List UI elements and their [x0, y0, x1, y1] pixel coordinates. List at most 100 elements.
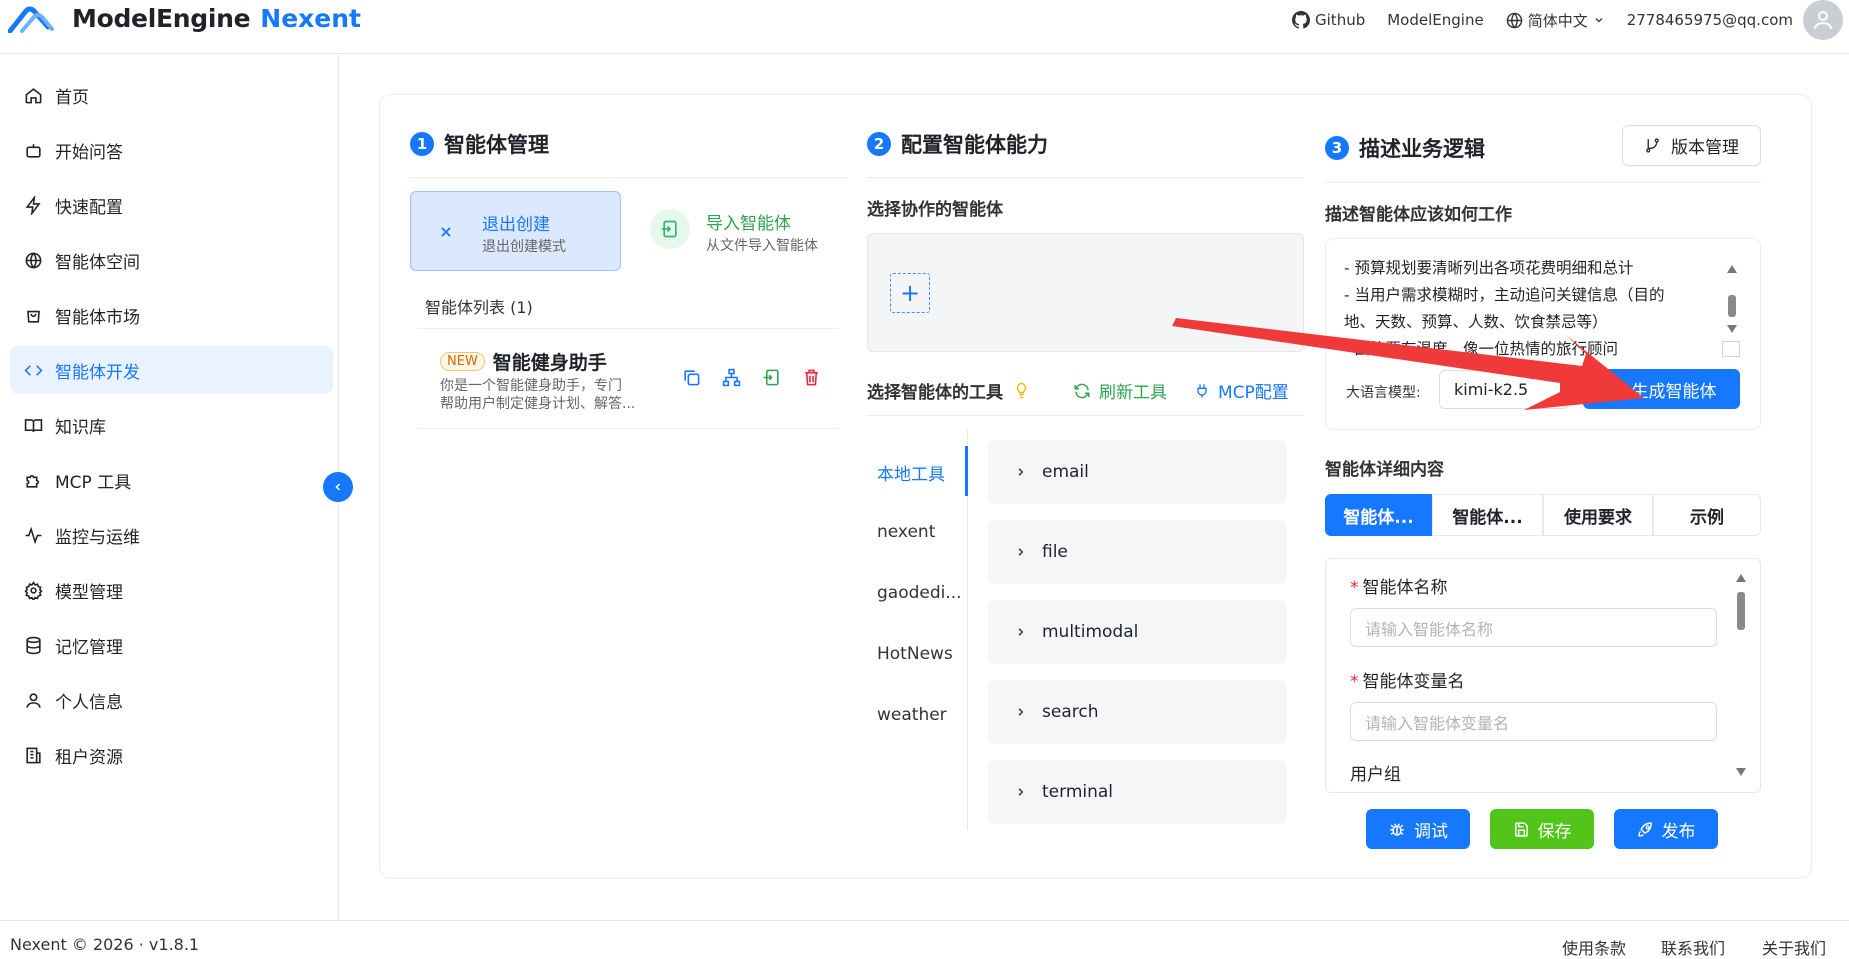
- tab-requirements[interactable]: 使用要求: [1543, 494, 1653, 536]
- scrollbar-thumb[interactable]: [1728, 295, 1736, 317]
- exit-create-button[interactable]: 退出创建 退出创建模式: [410, 191, 621, 271]
- sidebar-item-label: 知识库: [55, 417, 106, 438]
- hierarchy-icon[interactable]: [722, 368, 741, 387]
- tool-group-label: search: [1042, 702, 1099, 722]
- step-number: 2: [867, 132, 891, 156]
- agent-var-label: * 智能体变量名: [1350, 672, 1465, 692]
- avatar[interactable]: [1803, 0, 1843, 40]
- delete-icon[interactable]: [802, 368, 821, 387]
- about-link[interactable]: 关于我们: [1762, 935, 1826, 959]
- sidebar-item-label: 智能体开发: [55, 362, 140, 383]
- scrollbar-thumb[interactable]: [1737, 592, 1745, 630]
- sidebar-item-chat[interactable]: 开始问答: [10, 126, 333, 174]
- sidebar-item-label: 租户资源: [55, 747, 123, 768]
- sidebar-item-label: 首页: [55, 87, 89, 108]
- building-icon: [26, 747, 41, 763]
- copy-icon[interactable]: [682, 368, 701, 387]
- publish-label: 发布: [1661, 821, 1696, 842]
- add-collab-agent-button[interactable]: +: [890, 273, 930, 313]
- github-link[interactable]: Github: [1292, 11, 1365, 29]
- agent-name-input[interactable]: 请输入智能体名称: [1350, 608, 1717, 647]
- brand-logo[interactable]: ModelEngine Nexent: [8, 4, 361, 33]
- language-selector[interactable]: 简体中文: [1506, 10, 1605, 31]
- sidebar-item-quick-config[interactable]: 快速配置: [10, 181, 333, 229]
- import-agent-button[interactable]: 导入智能体 从文件导入智能体: [645, 191, 840, 271]
- user-email-label: 2778465975@qq.com: [1626, 11, 1793, 29]
- sidebar-item-label: 快速配置: [55, 197, 123, 218]
- agent-desc-line: 你是一个智能健身助手，专门: [440, 378, 622, 394]
- tab-agent-role[interactable]: 智能体...: [1432, 494, 1543, 536]
- agent-var-label-text: 智能体变量名: [1362, 672, 1465, 692]
- tool-group-multimodal[interactable]: multimodal: [988, 600, 1287, 664]
- divider: [418, 328, 838, 329]
- sidebar-item-agent-dev[interactable]: 智能体开发: [10, 346, 333, 394]
- prompt-line: 地、天数、预算、人数、饮食禁忌等）: [1344, 313, 1608, 331]
- tool-group-terminal[interactable]: terminal: [988, 760, 1287, 824]
- github-icon: [1292, 11, 1311, 29]
- version-management-button[interactable]: 版本管理: [1622, 125, 1761, 166]
- github-label: Github: [1315, 11, 1366, 29]
- llm-select[interactable]: kimi-k2.5: [1439, 370, 1569, 409]
- save-button[interactable]: 保存: [1490, 809, 1594, 849]
- user-avatar-icon: [1814, 11, 1832, 30]
- collab-agents-area: +: [867, 233, 1304, 352]
- import-icon-wrap: [650, 209, 690, 249]
- contact-link[interactable]: 联系我们: [1661, 935, 1725, 959]
- tool-group-label: email: [1042, 462, 1089, 482]
- status-badge: NEW: [440, 352, 485, 371]
- section2-title: 2 配置智能体能力: [867, 129, 1048, 159]
- agent-list-title: 智能体列表 (1): [425, 298, 533, 317]
- scroll-up-icon[interactable]: [1727, 265, 1737, 273]
- chevron-right-icon: [1018, 628, 1024, 636]
- tab-gaode[interactable]: gaodedi...: [877, 583, 962, 603]
- lightbulb-icon[interactable]: [1013, 381, 1030, 400]
- mcp-config-button[interactable]: MCP配置: [1194, 378, 1289, 403]
- sidebar-collapse-button[interactable]: [323, 472, 353, 502]
- sidebar-item-label: MCP 工具: [55, 472, 132, 493]
- tab-nexent[interactable]: nexent: [877, 522, 935, 542]
- generate-agent-button[interactable]: 生成智能体: [1583, 369, 1740, 409]
- modelengine-link[interactable]: ModelEngine: [1387, 11, 1483, 29]
- sidebar-item-knowledge[interactable]: 知识库: [10, 401, 333, 449]
- sidebar-item-home[interactable]: 首页: [10, 71, 333, 119]
- agent-var-input[interactable]: 请输入智能体变量名: [1350, 702, 1717, 741]
- tab-agent-info[interactable]: 智能体...: [1325, 494, 1432, 536]
- tool-group-file[interactable]: file: [988, 520, 1287, 584]
- export-icon[interactable]: [762, 368, 781, 387]
- tab-examples[interactable]: 示例: [1653, 494, 1761, 536]
- scroll-down-icon[interactable]: [1736, 768, 1746, 776]
- agent-desc-line: 帮助用户制定健身计划、解答...: [440, 396, 636, 412]
- tab-hotnews[interactable]: HotNews: [877, 644, 953, 664]
- sidebar-item-memory[interactable]: 记忆管理: [10, 621, 333, 669]
- step-number: 3: [1325, 136, 1349, 160]
- resize-handle[interactable]: [1722, 341, 1740, 357]
- scroll-up-icon[interactable]: [1736, 574, 1746, 582]
- publish-button[interactable]: 发布: [1614, 809, 1718, 849]
- close-icon: [441, 227, 451, 237]
- sidebar-item-tenant[interactable]: 租户资源: [10, 731, 333, 779]
- tab-local-tools[interactable]: 本地工具: [877, 460, 945, 485]
- terms-link[interactable]: 使用条款: [1562, 935, 1626, 959]
- agent-name-label: * 智能体名称: [1350, 578, 1448, 598]
- sidebar-item-agent-market[interactable]: 智能体市场: [10, 291, 333, 339]
- tool-group-email[interactable]: email: [988, 440, 1287, 504]
- debug-button[interactable]: 调试: [1366, 809, 1470, 849]
- tool-group-search[interactable]: search: [988, 680, 1287, 744]
- sidebar-item-models[interactable]: 模型管理: [10, 566, 333, 614]
- sidebar-item-label: 模型管理: [55, 582, 123, 603]
- plug-icon: [1197, 383, 1207, 398]
- refresh-tools-button[interactable]: 刷新工具: [1073, 378, 1167, 403]
- exit-create-sub: 退出创建模式: [482, 239, 566, 255]
- tab-weather[interactable]: weather: [877, 705, 947, 725]
- import-icon: [661, 220, 677, 238]
- list-item[interactable]: NEW 智能健身助手 你是一个智能健身助手，专门 帮助用户制定健身计划、解答..…: [418, 330, 838, 430]
- sidebar-item-monitor[interactable]: 监控与运维: [10, 511, 333, 559]
- user-icon: [26, 692, 41, 708]
- sidebar-item-profile[interactable]: 个人信息: [10, 676, 333, 724]
- section1-title-text: 智能体管理: [444, 133, 549, 157]
- rocket-icon: [1637, 821, 1652, 837]
- sidebar-item-agent-space[interactable]: 智能体空间: [10, 236, 333, 284]
- user-email[interactable]: 2778465975@qq.com: [1627, 11, 1793, 29]
- scroll-down-icon[interactable]: [1727, 325, 1737, 333]
- sidebar-item-mcp[interactable]: MCP 工具: [10, 456, 333, 504]
